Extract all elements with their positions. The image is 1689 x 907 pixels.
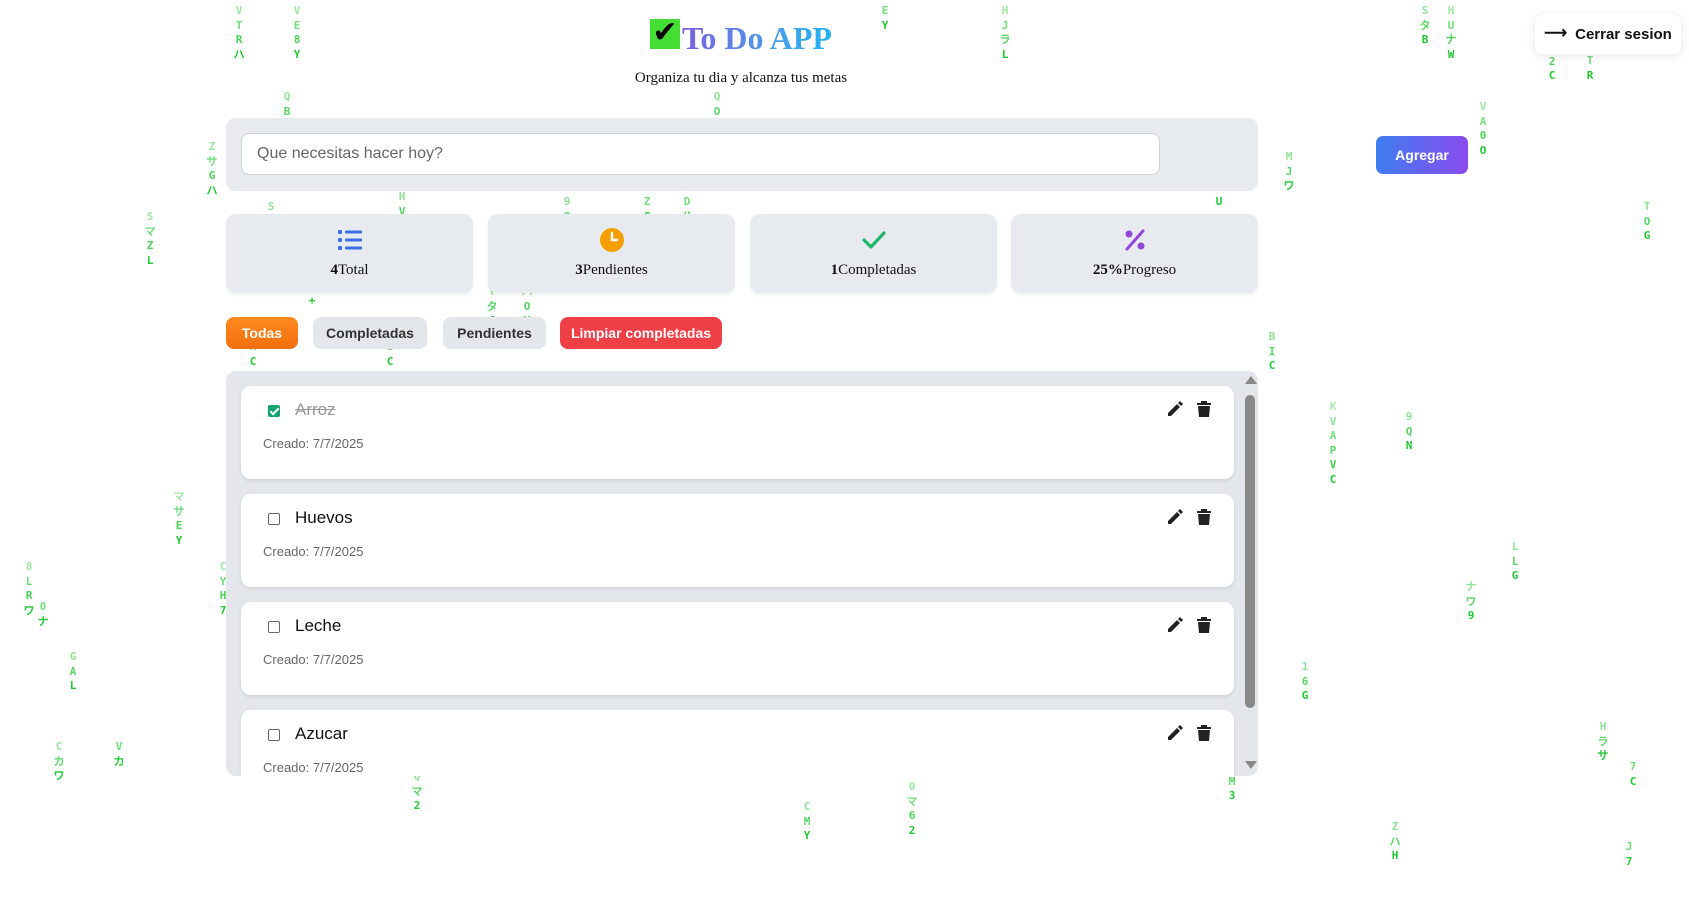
task-item: Huevos Creado: 7/7/2025 xyxy=(241,494,1234,587)
edit-pencil-icon[interactable] xyxy=(1166,400,1184,418)
filter-all-button[interactable]: Todas xyxy=(226,317,298,349)
app-header: ✔ To Do APP Organiza tu dia y alcanza tu… xyxy=(0,16,1482,87)
filter-completed-button[interactable]: Completadas xyxy=(313,317,427,349)
matrix-rain-column: ナワ9 xyxy=(1465,580,1477,622)
filter-pending-button[interactable]: Pendientes xyxy=(443,317,546,349)
task-item: Leche Creado: 7/7/2025 xyxy=(241,602,1234,695)
logout-label: Cerrar sesion xyxy=(1575,25,1672,43)
stat-completed-label: Completadas xyxy=(838,262,917,278)
task-name: Azucar xyxy=(295,724,348,743)
task-created-date: Creado: 7/7/2025 xyxy=(263,652,364,667)
matrix-rain-column: J7 xyxy=(1625,840,1633,868)
stat-progress: 25%Progreso xyxy=(1011,214,1258,293)
arrow-right-icon: ⟶ xyxy=(1544,25,1568,42)
matrix-rain-column: LLG xyxy=(1511,540,1519,582)
task-item: Arroz Creado: 7/7/2025 xyxy=(241,386,1234,479)
task-checkbox[interactable] xyxy=(268,621,280,633)
stat-pending-label: Pendientes xyxy=(582,262,648,278)
task-checkbox[interactable] xyxy=(268,729,280,741)
logout-button[interactable]: ⟶ Cerrar sesion xyxy=(1535,14,1681,54)
task-created-date: Creado: 7/7/2025 xyxy=(263,436,364,451)
matrix-rain-column: 0マ62 xyxy=(906,780,918,837)
matrix-rain-column: VA0O xyxy=(1479,100,1487,157)
new-task-input[interactable] xyxy=(241,133,1160,175)
stat-pending: 3Pendientes xyxy=(488,214,735,293)
scroll-down-arrow-icon[interactable] xyxy=(1245,761,1257,769)
matrix-rain-column: CMY xyxy=(803,800,811,842)
matrix-rain-column: BIC xyxy=(1268,330,1276,372)
app-title: To Do APP xyxy=(682,16,832,60)
matrix-rain-column: マサEY xyxy=(173,490,185,547)
stat-progress-label: Progreso xyxy=(1122,262,1177,278)
matrix-rain-column: ZサGハ xyxy=(206,140,218,197)
edit-pencil-icon[interactable] xyxy=(1166,508,1184,526)
task-checkbox[interactable] xyxy=(268,513,280,525)
clock-icon xyxy=(488,227,735,253)
matrix-rain-column: 7C xyxy=(1629,760,1637,788)
matrix-rain-column: MJワ xyxy=(1283,150,1295,192)
list-scrollbar[interactable] xyxy=(1242,371,1258,776)
stat-completed-value: 1 xyxy=(830,262,839,278)
trash-icon[interactable] xyxy=(1196,616,1212,634)
edit-pencil-icon[interactable] xyxy=(1166,616,1184,634)
task-checkbox[interactable] xyxy=(268,405,280,417)
page-subtitle: Organiza tu dia y alcanza tus metas xyxy=(634,70,848,86)
task-name: Arroz xyxy=(295,400,336,419)
matrix-rain-column: ZハH xyxy=(1389,820,1401,862)
trash-icon[interactable] xyxy=(1196,724,1212,742)
matrix-rain-column: TOG xyxy=(1643,200,1651,242)
add-task-button[interactable]: Agregar xyxy=(1376,136,1468,174)
matrix-rain-column: Qマ2 xyxy=(411,770,423,812)
stat-total-value: 4 xyxy=(330,262,338,278)
scrollbar-thumb[interactable] xyxy=(1245,395,1255,708)
checkmark-logo-icon: ✔ xyxy=(650,18,681,49)
stat-total-label: Total xyxy=(337,262,369,278)
stat-completed: 1Completadas xyxy=(750,214,997,293)
matrix-rain-column: 0ナ xyxy=(37,600,49,628)
task-list[interactable]: Arroz Creado: 7/7/2025 Huevos Creado: 7/… xyxy=(226,371,1258,776)
trash-icon[interactable] xyxy=(1196,508,1212,526)
list-icon xyxy=(226,227,473,253)
task-name: Leche xyxy=(295,616,342,635)
scroll-up-arrow-icon[interactable] xyxy=(1245,376,1257,384)
matrix-rain-column: 9QN xyxy=(1405,410,1413,452)
task-created-date: Creado: 7/7/2025 xyxy=(263,760,364,775)
stat-progress-value: 25% xyxy=(1092,262,1123,278)
matrix-rain-column: Hラサ xyxy=(1597,720,1609,762)
matrix-rain-column: Cカワ xyxy=(53,740,65,782)
matrix-rain-column: 16G xyxy=(1301,660,1309,702)
matrix-rain-column: SマZL xyxy=(144,210,156,267)
page-title: ✔ To Do APP xyxy=(650,16,832,60)
matrix-rain-column: TR xyxy=(1586,54,1594,82)
matrix-rain-column: Vカ xyxy=(113,740,125,768)
check-icon xyxy=(750,227,997,253)
trash-icon[interactable] xyxy=(1196,400,1212,418)
task-item: Azucar Creado: 7/7/2025 xyxy=(241,710,1234,776)
edit-pencil-icon[interactable] xyxy=(1166,724,1184,742)
clear-completed-button[interactable]: Limpiar completadas xyxy=(560,317,722,349)
stat-pending-value: 3 xyxy=(575,262,583,278)
percent-icon xyxy=(1011,227,1258,253)
add-task-bar: Agregar xyxy=(226,118,1468,191)
matrix-rain-column: KVAPVC xyxy=(1329,400,1337,486)
task-created-date: Creado: 7/7/2025 xyxy=(263,544,364,559)
matrix-rain-column: 8LRワ xyxy=(23,560,35,617)
task-name: Huevos xyxy=(295,508,353,527)
stat-total: 4Total xyxy=(226,214,473,293)
matrix-rain-column: GAL xyxy=(69,650,77,692)
